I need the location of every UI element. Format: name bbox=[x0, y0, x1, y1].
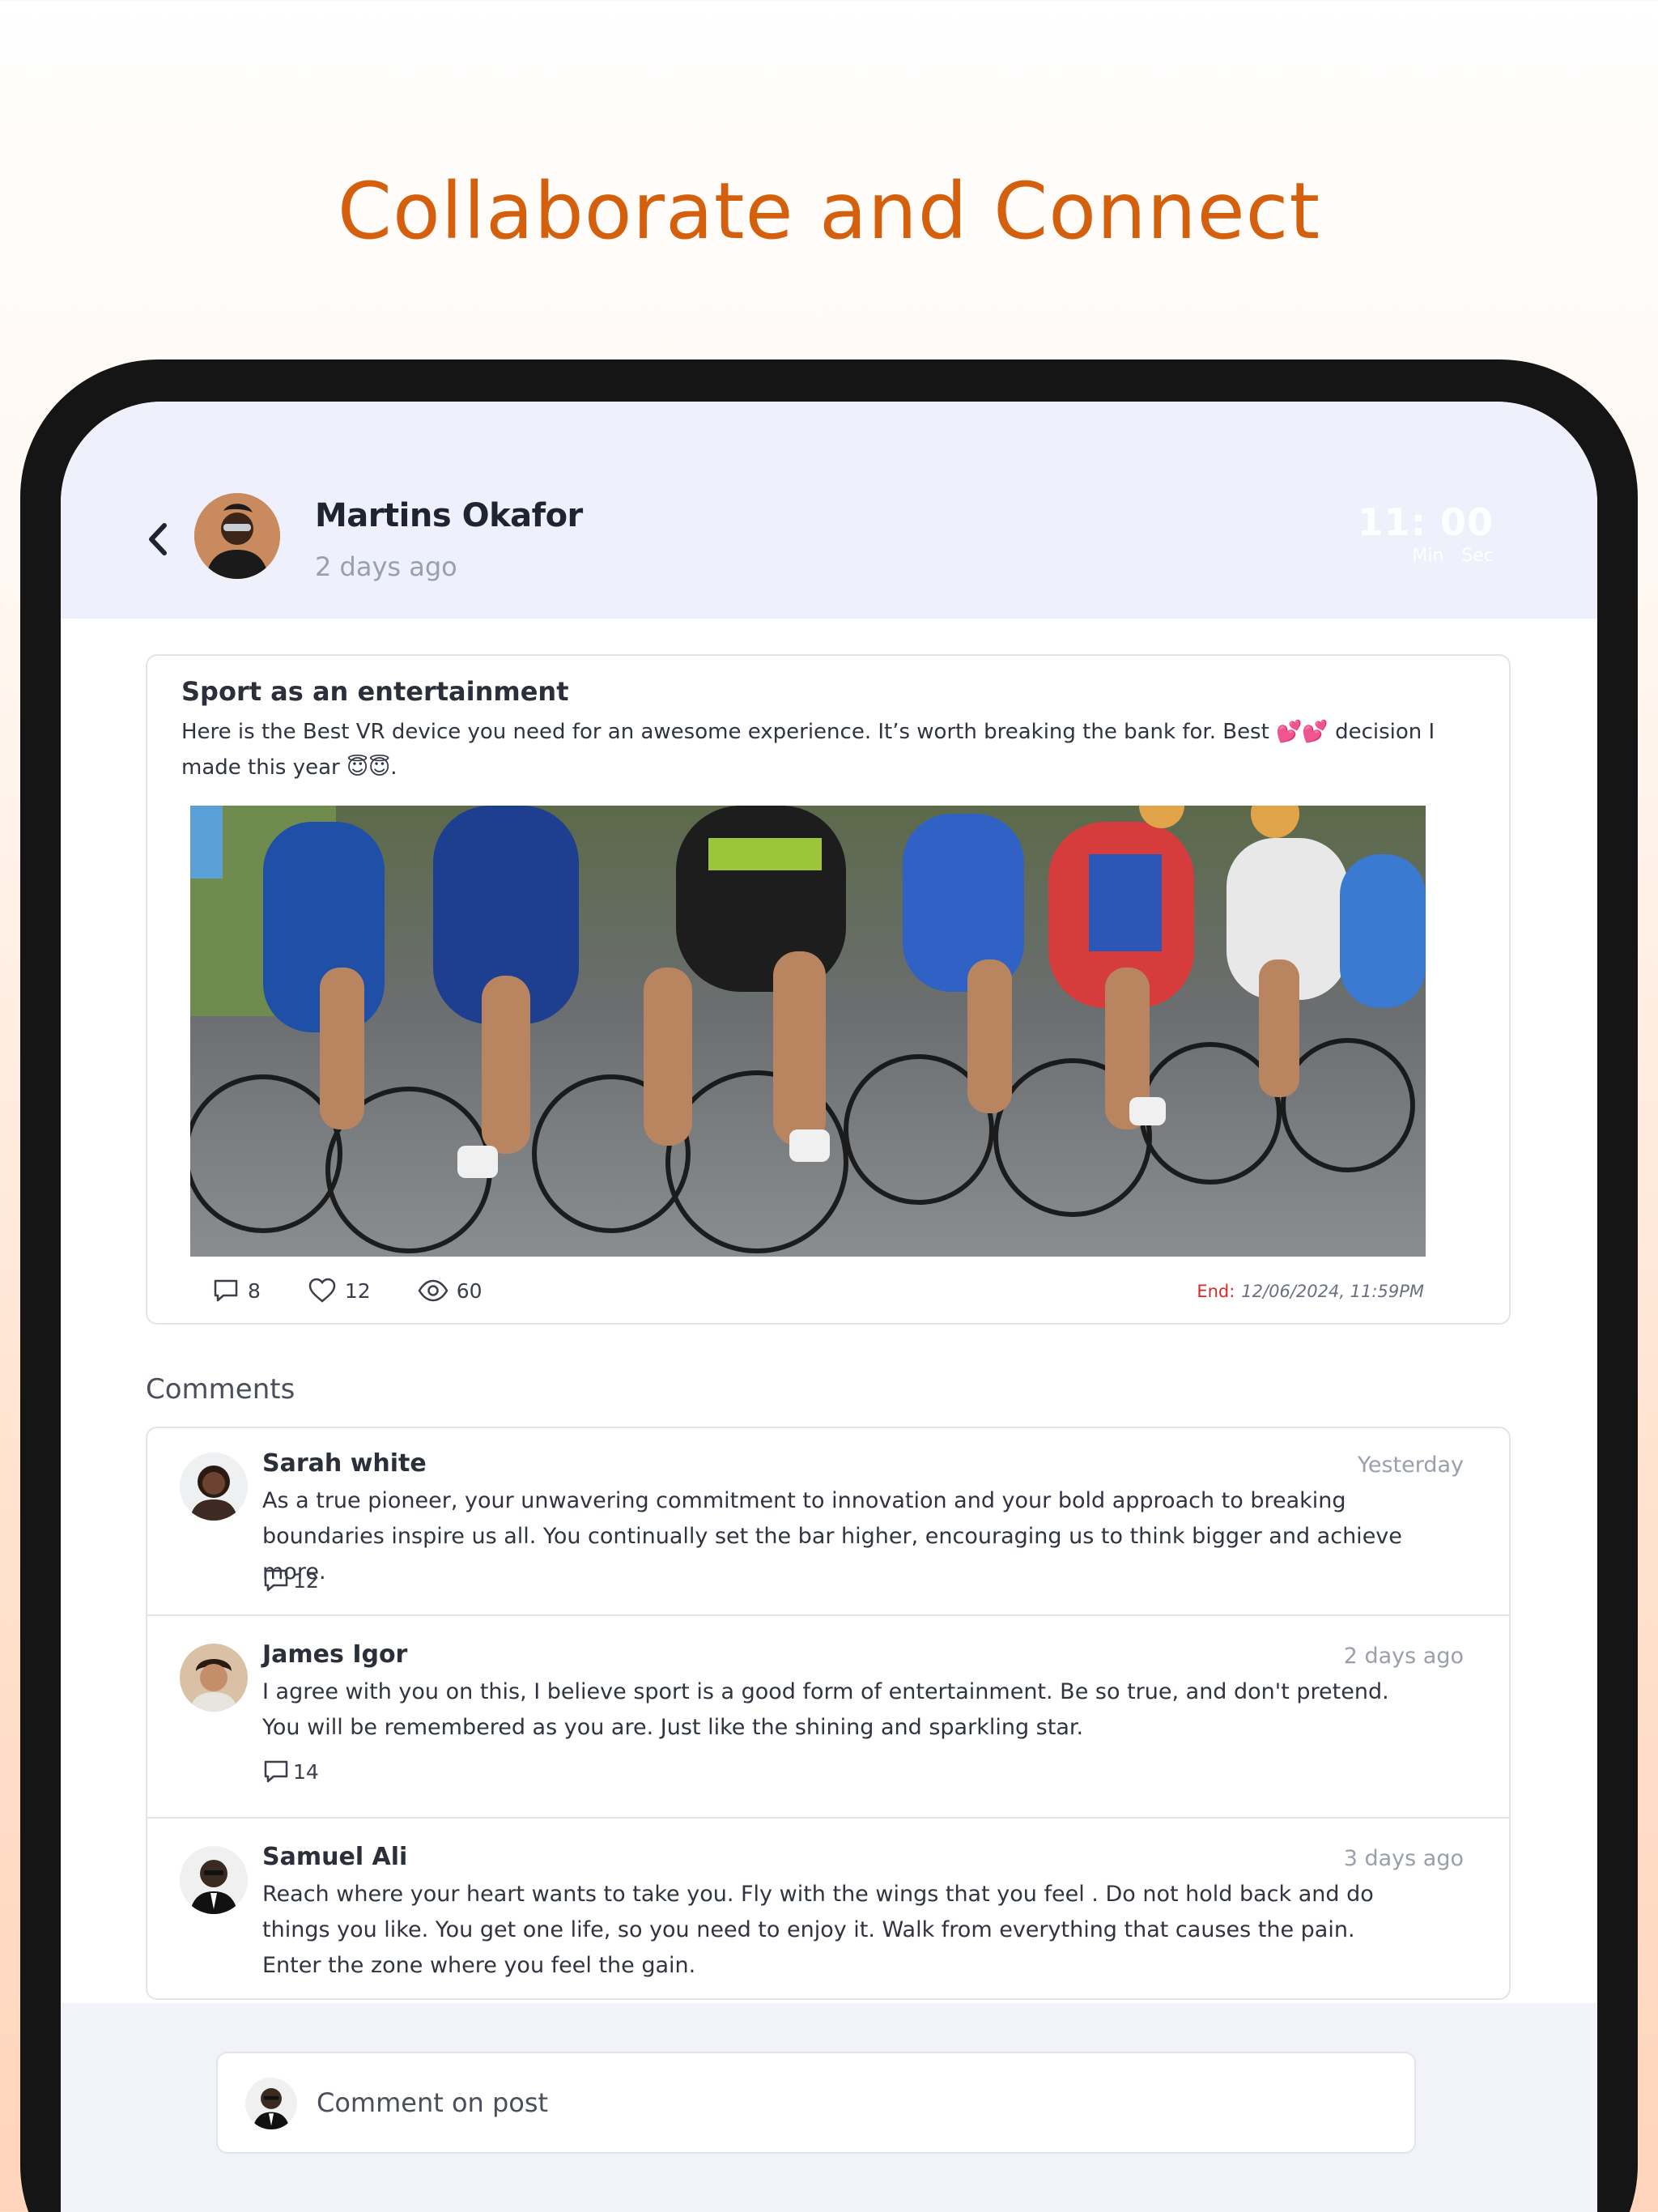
comment-author[interactable]: James Igor bbox=[262, 1640, 407, 1669]
timer-labels: Min Sec bbox=[1358, 546, 1494, 566]
post-stats: 8 12 60 bbox=[212, 1278, 529, 1304]
likes-stat[interactable]: 12 bbox=[308, 1278, 371, 1304]
comment-placeholder: Comment on post bbox=[317, 2087, 549, 2118]
comment-time: 3 days ago bbox=[1343, 1846, 1464, 1871]
end-label: End: bbox=[1197, 1282, 1235, 1301]
post-header: Martins Okafor 2 days ago 11: 00 Min Sec bbox=[61, 402, 1597, 619]
replies-count: 14 bbox=[293, 1759, 319, 1784]
avatar[interactable] bbox=[180, 1644, 248, 1712]
comment-item: Sarah white Yesterday As a true pioneer,… bbox=[147, 1428, 1509, 1616]
author-name[interactable]: Martins Okafor bbox=[315, 497, 583, 534]
timer-sec-label: Sec bbox=[1461, 546, 1494, 566]
comment-item: James Igor 2 days ago I agree with you o… bbox=[147, 1616, 1509, 1819]
post-card: Sport as an entertainment Here is the Be… bbox=[146, 654, 1511, 1325]
comment-item: Samuel Ali 3 days ago Reach where your h… bbox=[147, 1819, 1509, 1998]
app-screen: Martins Okafor 2 days ago 11: 00 Min Sec … bbox=[61, 402, 1597, 2212]
post-title: Sport as an entertainment bbox=[181, 676, 569, 707]
views-count: 60 bbox=[456, 1278, 483, 1303]
eye-icon bbox=[418, 1279, 449, 1302]
comment-composer-bar: Comment on post bbox=[61, 2003, 1597, 2212]
comment-icon bbox=[264, 1569, 288, 1592]
back-button[interactable] bbox=[138, 519, 178, 559]
avatar[interactable] bbox=[180, 1846, 248, 1914]
comment-text: I agree with you on this, I believe spor… bbox=[262, 1679, 1389, 1740]
likes-count: 12 bbox=[344, 1278, 371, 1303]
comment-author[interactable]: Samuel Ali bbox=[262, 1843, 407, 1871]
avatar bbox=[245, 2078, 297, 2129]
page-headline: Collaborate and Connect bbox=[337, 166, 1321, 257]
comments-list: Sarah white Yesterday As a true pioneer,… bbox=[146, 1427, 1511, 2000]
comments-heading: Comments bbox=[146, 1373, 295, 1406]
timer-value: 11: 00 bbox=[1357, 500, 1494, 544]
comment-icon bbox=[264, 1760, 288, 1783]
comment-text: As a true pioneer, your unwavering commi… bbox=[262, 1488, 1402, 1585]
timer-min-label: Min bbox=[1412, 546, 1444, 566]
heart-icon bbox=[308, 1278, 336, 1303]
post-image[interactable] bbox=[190, 806, 1426, 1257]
replies-count: 12 bbox=[293, 1568, 319, 1593]
comments-stat[interactable]: 8 bbox=[212, 1278, 261, 1304]
comment-replies[interactable]: 12 bbox=[262, 1568, 319, 1593]
comment-time: 2 days ago bbox=[1343, 1644, 1464, 1669]
avatar[interactable] bbox=[194, 493, 280, 579]
post-time: 2 days ago bbox=[315, 551, 457, 582]
chevron-left-icon bbox=[149, 523, 167, 555]
avatar[interactable] bbox=[180, 1453, 248, 1521]
comment-icon bbox=[214, 1279, 238, 1302]
end-value: 12/06/2024, 11:59PM bbox=[1241, 1282, 1424, 1301]
comment-input[interactable]: Comment on post bbox=[216, 2052, 1416, 2154]
comment-replies[interactable]: 14 bbox=[262, 1759, 319, 1784]
post-body: Here is the Best VR device you need for … bbox=[181, 720, 1435, 780]
comment-text: Reach where your heart wants to take you… bbox=[262, 1882, 1374, 1978]
comment-time: Yesterday bbox=[1357, 1453, 1464, 1478]
views-stat: 60 bbox=[418, 1278, 483, 1303]
countdown-timer: 11: 00 Min Sec bbox=[1358, 500, 1494, 566]
comment-author[interactable]: Sarah white bbox=[262, 1449, 427, 1478]
end-date: End: 12/06/2024, 11:59PM bbox=[1197, 1282, 1424, 1301]
comments-count: 8 bbox=[248, 1278, 261, 1303]
